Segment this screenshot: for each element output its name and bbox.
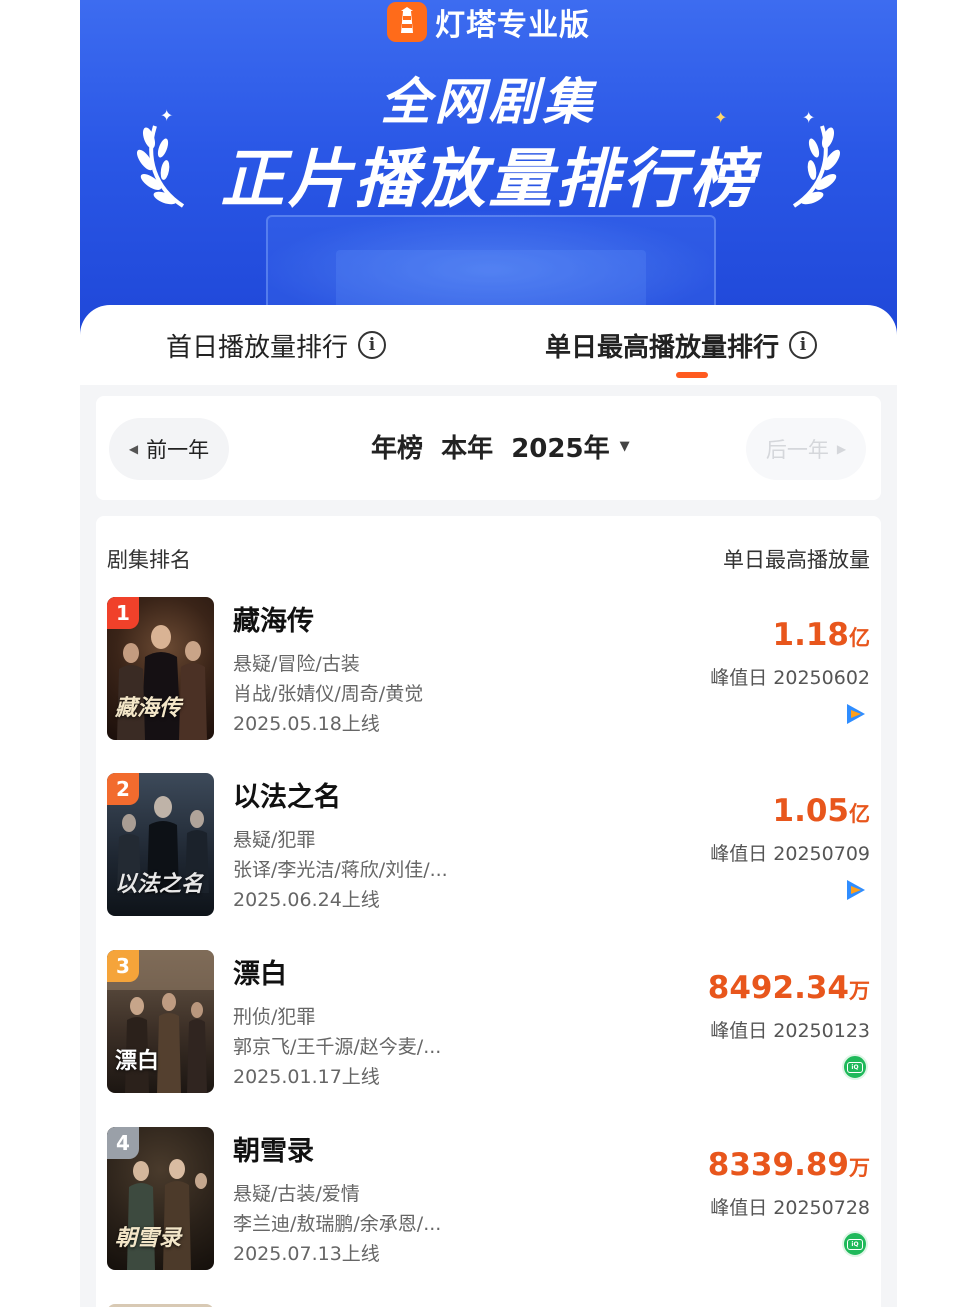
- drama-genre: 刑侦/犯罪: [233, 1006, 316, 1028]
- list-item[interactable]: 以法之名 2 以法之名 悬疑/犯罪 张译/李光洁/蒋欣/刘佳/... 2025.…: [96, 773, 881, 923]
- drama-genre: 悬疑/冒险/古装: [233, 653, 360, 675]
- ranking-list: 剧集排名 单日最高播放量 藏海传 1 藏海传 悬疑/冒险/古装 肖战/张婧仪/周…: [96, 516, 881, 1307]
- chevron-right-icon: ▶: [836, 442, 847, 456]
- iqiyi-icon: iQ: [842, 1054, 868, 1080]
- list-item[interactable]: 藏海传 1 藏海传 悬疑/冒险/古装 肖战/张婧仪/周奇/黄觉 2025.05.…: [96, 597, 881, 747]
- app-screen: 灯塔专业版 全网剧集 正片播放量排行榜 ✦ ✦ ✦ 首日播放量排行 i 单日最高…: [80, 0, 897, 1307]
- poster-title: 漂白: [115, 1048, 160, 1074]
- tab-single-day-peak-plays[interactable]: 单日最高播放量排行 i: [545, 325, 818, 365]
- release-date: 2025.07.13上线: [233, 1243, 380, 1265]
- next-year-button[interactable]: 后一年 ▶: [746, 418, 866, 480]
- brand: 灯塔专业版: [387, 2, 590, 43]
- ranking-tabs: 首日播放量排行 i 单日最高播放量排行 i: [80, 305, 897, 385]
- peak-date: 峰值日 20250123: [710, 1020, 870, 1042]
- previous-year-button[interactable]: ◀ 前一年: [109, 418, 229, 480]
- tab-label: 首日播放量排行: [166, 332, 349, 363]
- laurel-right-icon: [792, 125, 841, 208]
- active-tab-indicator: [676, 372, 708, 378]
- column-header-rank: 剧集排名: [107, 548, 191, 572]
- peak-date: 峰值日 20250728: [710, 1197, 870, 1219]
- drama-cast: 李兰迪/敖瑞鹏/余承恩/...: [233, 1213, 442, 1235]
- info-icon[interactable]: i: [789, 331, 818, 359]
- iqiyi-icon: iQ: [842, 1231, 868, 1257]
- peak-plays-value: 1.18亿: [772, 617, 871, 653]
- peak-date: 峰值日 20250602: [710, 667, 870, 689]
- poster-title: 朝雪录: [115, 1225, 182, 1251]
- list-item[interactable]: 朝雪录 4 朝雪录 悬疑/古装/爱情 李兰迪/敖瑞鹏/余承恩/... 2025.…: [96, 1127, 881, 1277]
- info-icon[interactable]: i: [358, 331, 387, 359]
- poster-title: 以法之名: [115, 871, 204, 897]
- lighthouse-logo-icon: [387, 2, 427, 42]
- poster-image: 以法之名 2: [107, 773, 214, 916]
- year-navigation: ◀ 前一年 年榜 本年 2025年 ▼ 后一年 ▶: [96, 396, 881, 500]
- sparkle-icon: ✦: [160, 106, 174, 125]
- rank-badge: 1: [107, 597, 139, 629]
- poster-image: 藏海传 1: [107, 597, 214, 740]
- banner-title-line2: 正片播放量排行榜: [220, 143, 757, 217]
- peak-plays-value: 8492.34万: [707, 970, 870, 1006]
- sparkle-icon: ✦: [714, 108, 728, 127]
- list-item[interactable]: 漂白 3 漂白 刑侦/犯罪 郭京飞/王千源/赵今麦/... 2025.01.17…: [96, 950, 881, 1100]
- tencent-video-icon: [847, 880, 865, 900]
- drama-cast: 郭京飞/王千源/赵今麦/...: [233, 1036, 442, 1058]
- tab-label: 单日最高播放量排行: [545, 332, 780, 363]
- sparkle-icon: ✦: [802, 108, 816, 127]
- rank-badge: 3: [107, 950, 139, 982]
- brand-name: 灯塔专业版: [435, 8, 590, 43]
- laurel-left-icon: [136, 125, 185, 208]
- release-date: 2025.06.24上线: [233, 889, 380, 911]
- tencent-video-icon: [847, 704, 865, 724]
- drama-title: 以法之名: [233, 782, 341, 813]
- caret-down-icon: ▼: [619, 439, 630, 454]
- year-selector[interactable]: 年榜 本年 2025年 ▼: [371, 428, 630, 465]
- peak-plays-value: 8339.89万: [707, 1147, 870, 1183]
- drama-genre: 悬疑/古装/爱情: [233, 1183, 360, 1205]
- year-selector-label: 年榜 本年 2025年: [371, 434, 610, 464]
- poster-image: 朝雪录 4: [107, 1127, 214, 1270]
- column-header-peak-plays: 单日最高播放量: [723, 548, 870, 572]
- header-banner: 灯塔专业版 全网剧集 正片播放量排行榜 ✦ ✦ ✦: [80, 0, 897, 340]
- drama-title: 漂白: [233, 959, 287, 990]
- tab-first-day-plays[interactable]: 首日播放量排行 i: [166, 325, 387, 365]
- peak-date: 峰值日 20250709: [710, 843, 870, 865]
- banner-title-line1: 全网剧集: [380, 73, 597, 131]
- poster-title: 藏海传: [115, 695, 182, 721]
- release-date: 2025.01.17上线: [233, 1066, 380, 1088]
- release-date: 2025.05.18上线: [233, 713, 380, 735]
- drama-genre: 悬疑/犯罪: [233, 829, 316, 851]
- drama-cast: 张译/李光洁/蒋欣/刘佳/...: [233, 859, 448, 881]
- drama-title: 朝雪录: [233, 1136, 314, 1167]
- rank-badge: 4: [107, 1127, 139, 1159]
- peak-plays-value: 1.05亿: [772, 793, 871, 829]
- chevron-left-icon: ◀: [128, 442, 139, 456]
- rank-badge: 2: [107, 773, 139, 805]
- poster-image: 漂白 3: [107, 950, 214, 1093]
- drama-title: 藏海传: [233, 606, 314, 637]
- drama-cast: 肖战/张婧仪/周奇/黄觉: [233, 683, 424, 705]
